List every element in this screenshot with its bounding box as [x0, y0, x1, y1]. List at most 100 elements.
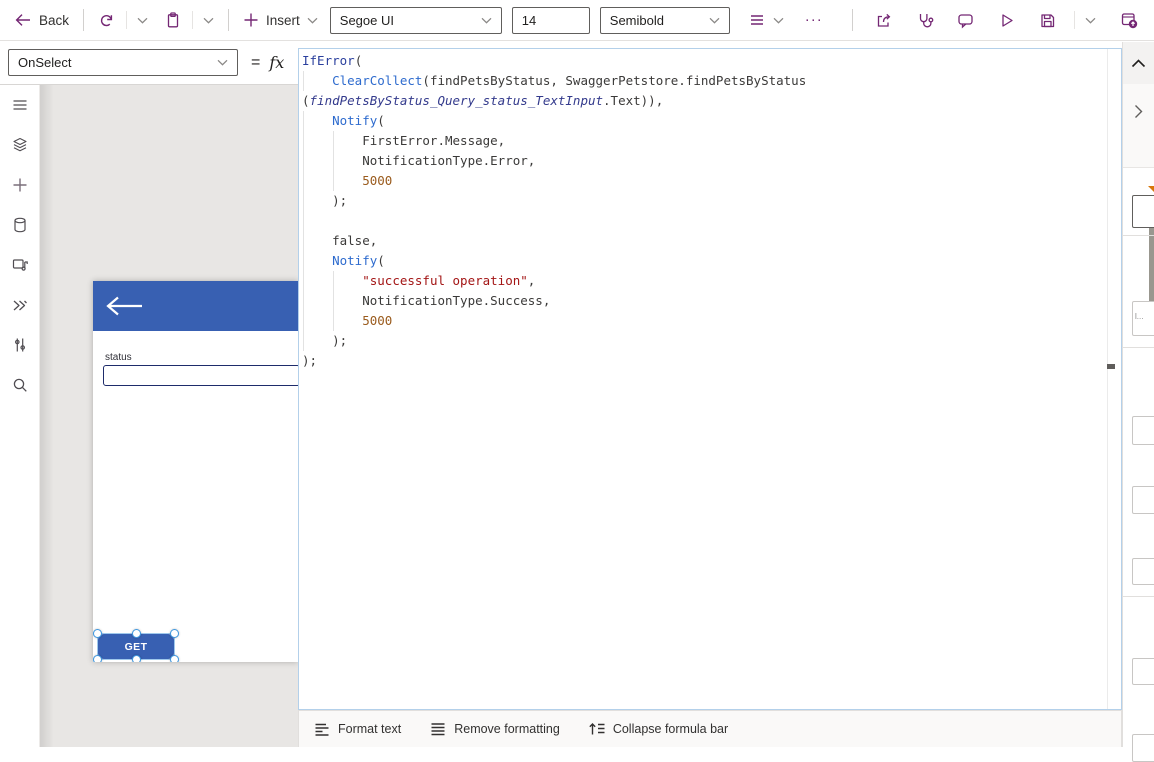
property-field-partial[interactable]	[1132, 658, 1154, 685]
sidebar-item-tree-view[interactable]	[0, 125, 40, 165]
preview-button[interactable]	[986, 5, 1027, 35]
save-menu-button[interactable]	[1081, 5, 1100, 35]
property-field-partial[interactable]: l...	[1132, 301, 1154, 336]
code-line: );	[302, 331, 1105, 351]
insert-label: Insert	[266, 13, 300, 28]
divider	[1123, 596, 1154, 597]
remove-formatting-label: Remove formatting	[454, 722, 560, 736]
fx-symbol: fx	[269, 53, 284, 72]
search-icon	[11, 376, 29, 394]
equals-sign: =	[251, 54, 260, 72]
text-alignment-button[interactable]	[744, 5, 788, 35]
database-icon	[11, 216, 29, 234]
save-button[interactable]	[1027, 5, 1068, 35]
comments-button[interactable]	[945, 5, 986, 35]
format-text-button[interactable]: Format text	[313, 721, 401, 737]
share-button[interactable]	[863, 5, 904, 35]
chevron-down-icon	[217, 59, 228, 66]
status-field-label[interactable]: status	[105, 352, 132, 363]
undo-menu-button[interactable]	[133, 5, 152, 35]
variables-icon	[11, 336, 29, 354]
chevron-down-icon	[481, 17, 492, 24]
resize-handle-bottom-center[interactable]	[132, 655, 141, 662]
publish-icon	[1119, 10, 1139, 30]
font-size-value: 14	[522, 13, 536, 28]
remove-formatting-button[interactable]: Remove formatting	[429, 721, 560, 737]
font-family-select[interactable]: Segoe UI	[330, 7, 502, 34]
code-line	[302, 211, 1105, 231]
collapse-formula-bar-button[interactable]: Collapse formula bar	[588, 721, 728, 737]
sidebar-item-search[interactable]	[0, 365, 40, 405]
font-weight-select[interactable]: Semibold	[600, 7, 730, 34]
media-icon	[11, 256, 29, 274]
divider	[1123, 235, 1154, 236]
code-line: 5000	[302, 311, 1105, 331]
share-icon	[874, 11, 893, 30]
formula-bar-header: OnSelect = fx	[0, 41, 298, 85]
divider	[1123, 347, 1154, 348]
divider	[126, 11, 127, 29]
editor-scrollbar-track	[1107, 49, 1108, 709]
property-field-partial[interactable]	[1132, 558, 1154, 585]
resize-handle-bottom-left[interactable]	[93, 655, 102, 662]
divider	[192, 11, 193, 29]
sidebar-item-variables[interactable]	[0, 325, 40, 365]
paste-button[interactable]	[160, 5, 186, 35]
code-line: Notify(	[302, 251, 1105, 271]
code-line: false,	[302, 231, 1105, 251]
divider	[852, 9, 853, 31]
property-select[interactable]: OnSelect	[8, 49, 238, 76]
insert-button[interactable]: Insert	[239, 5, 322, 35]
code-line: );	[302, 191, 1105, 211]
status-text-input[interactable]	[103, 365, 298, 386]
publish-button[interactable]	[1108, 5, 1150, 35]
chevron-down-icon	[137, 17, 148, 24]
property-field-partial[interactable]	[1132, 734, 1154, 762]
code-editor: IfError( ClearCollect(findPetsByStatus, …	[302, 51, 1105, 707]
property-field-partial[interactable]	[1132, 416, 1154, 445]
divider	[1074, 11, 1075, 29]
editor-scrollbar-thumb[interactable]	[1107, 364, 1115, 369]
font-weight-value: Semibold	[610, 13, 664, 28]
property-field-partial[interactable]	[1132, 486, 1154, 514]
sidebar-item-media[interactable]	[0, 245, 40, 285]
chevron-down-icon	[773, 17, 784, 24]
undo-button[interactable]	[94, 5, 120, 35]
undo-icon	[98, 11, 116, 29]
right-properties-panel-edge: l...	[1122, 42, 1154, 747]
resize-handle-top-left[interactable]	[93, 629, 102, 638]
collapse-panel-button[interactable]	[1123, 42, 1154, 84]
paste-menu-button[interactable]	[199, 5, 218, 35]
chevron-down-icon	[709, 17, 720, 24]
property-field-partial[interactable]	[1132, 195, 1154, 228]
font-size-input[interactable]: 14	[512, 7, 590, 34]
sidebar-item-power-automate[interactable]	[0, 285, 40, 325]
code-line: );	[302, 351, 1105, 371]
resize-handle-bottom-right[interactable]	[170, 655, 179, 662]
sidebar-item-data[interactable]	[0, 205, 40, 245]
more-ellipsis-icon: ···	[805, 15, 823, 25]
power-automate-icon	[11, 296, 29, 314]
back-button[interactable]: Back	[10, 5, 73, 35]
back-arrow-icon	[14, 11, 32, 29]
menu-icon	[11, 96, 29, 114]
back-arrow-icon	[105, 295, 145, 317]
collapse-formula-bar-label: Collapse formula bar	[613, 722, 728, 736]
app-checker-button[interactable]	[904, 5, 945, 35]
code-line: Notify(	[302, 111, 1105, 131]
sidebar-item-insert[interactable]	[0, 165, 40, 205]
chevron-down-icon	[1085, 17, 1096, 24]
expand-panel-button[interactable]	[1123, 84, 1154, 168]
resize-handle-top-right[interactable]	[170, 629, 179, 638]
font-family-value: Segoe UI	[340, 13, 394, 28]
formula-editor[interactable]: IfError( ClearCollect(findPetsByStatus, …	[298, 48, 1122, 710]
tree-view-icon	[11, 136, 29, 154]
stethoscope-icon	[915, 11, 934, 30]
screen-header-control[interactable]	[93, 281, 298, 331]
format-text-label: Format text	[338, 722, 401, 736]
design-canvas[interactable]: status GET	[40, 85, 298, 747]
more-commands-button[interactable]: ···	[794, 5, 834, 35]
sidebar-item-menu[interactable]	[0, 85, 40, 125]
app-screen[interactable]: status GET	[93, 281, 298, 662]
resize-handle-top-center[interactable]	[132, 629, 141, 638]
